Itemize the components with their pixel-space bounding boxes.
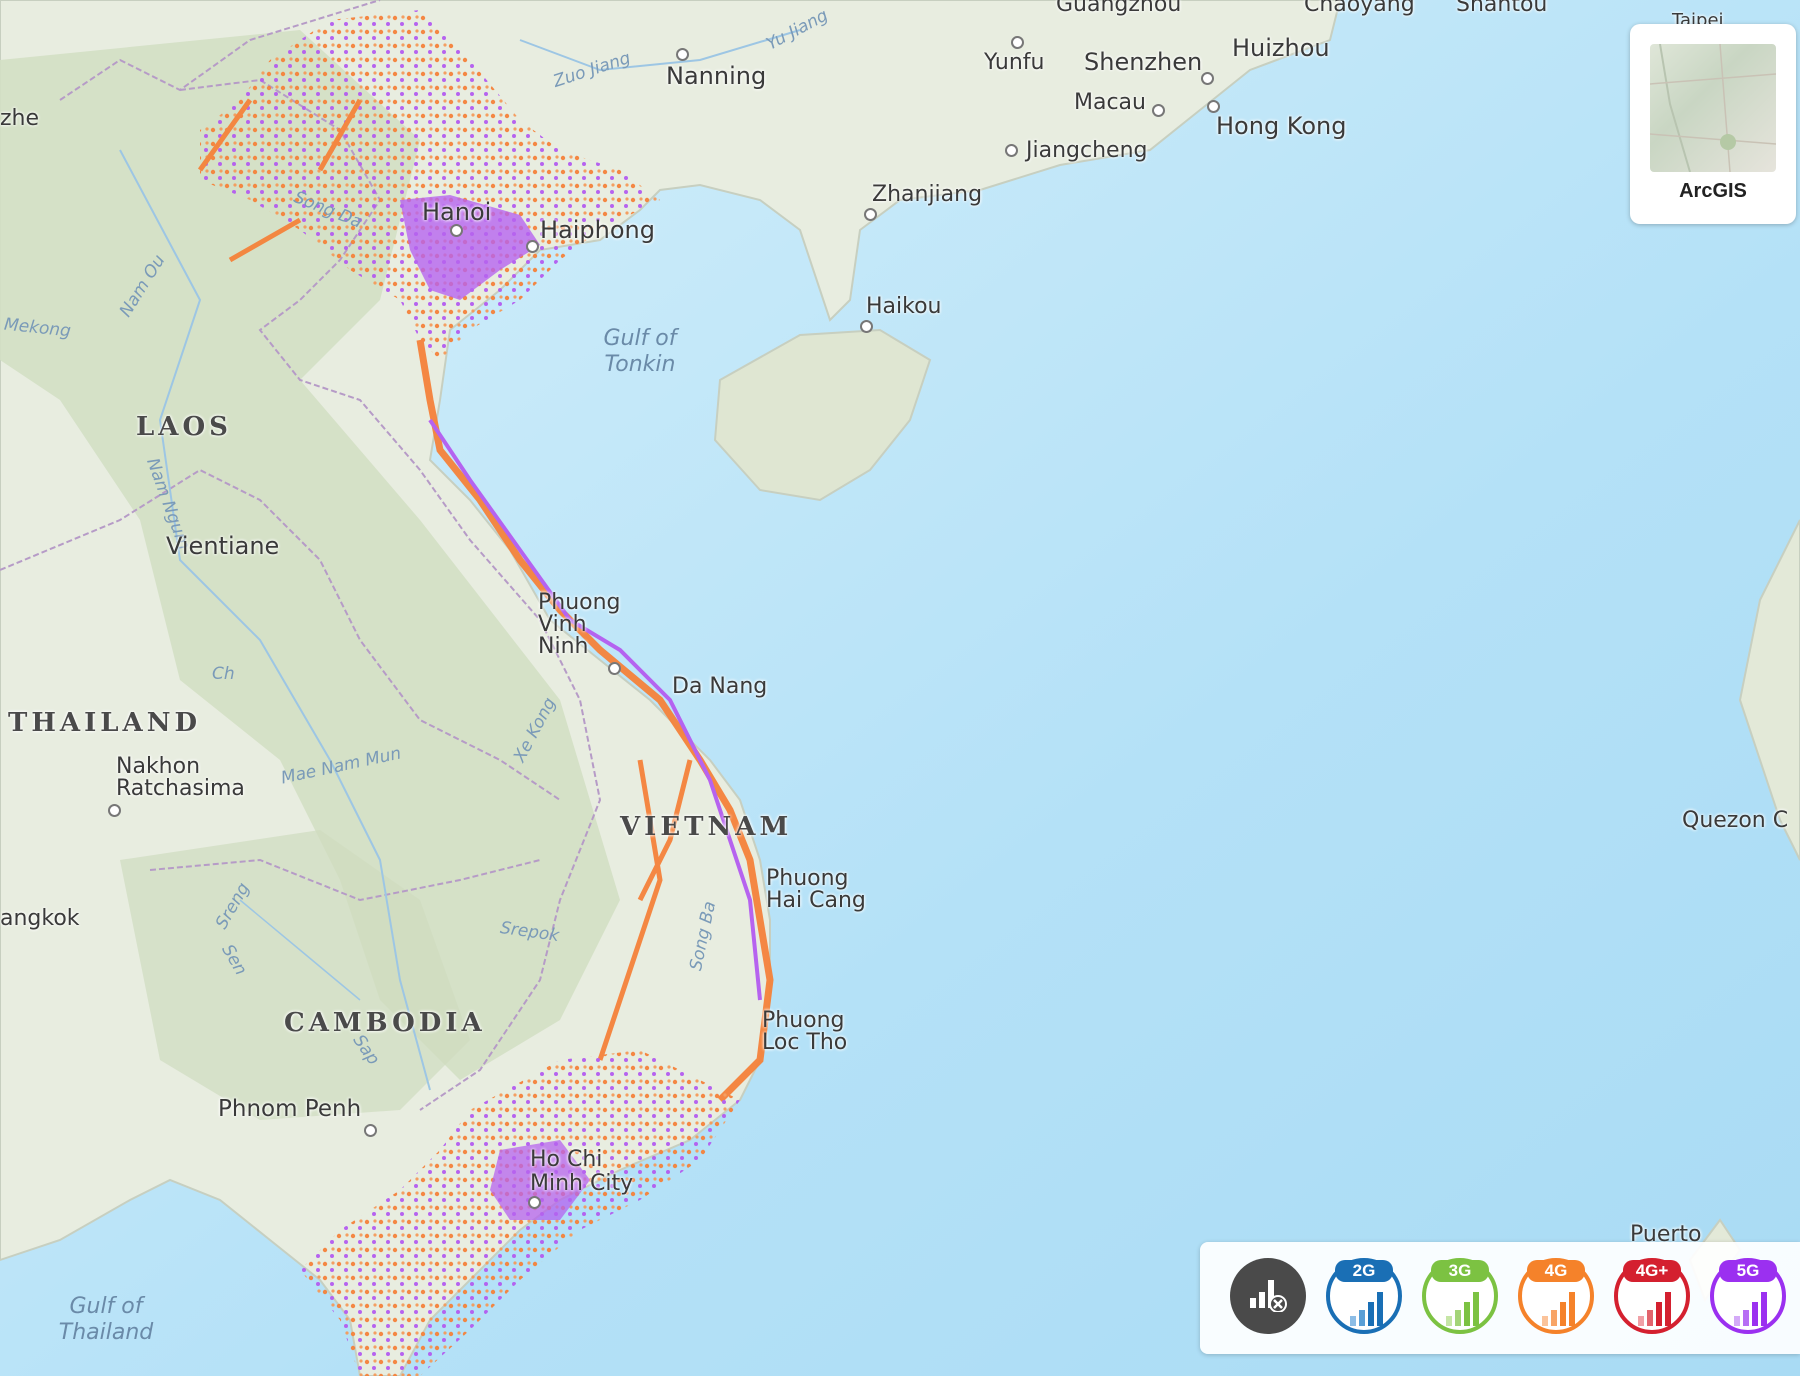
city-dot <box>676 48 689 61</box>
basemap-thumbnail <box>1650 44 1776 172</box>
country-label-laos: LAOS <box>136 412 232 442</box>
city-label-shenzhen: Shenzhen <box>1084 48 1203 76</box>
city-label-guangzhou: Guangzhou <box>1056 0 1182 17</box>
city-label-hanoi: Hanoi <box>422 198 492 226</box>
city-dot <box>864 208 877 221</box>
city-label-phuong-hai-cang: Phuong Hai Cang <box>766 866 866 913</box>
city-dot <box>1005 144 1018 157</box>
water-label-gulf-of-tonkin: Gulf of Tonkin <box>603 326 677 377</box>
signal-bars-2g-icon <box>1350 1292 1383 1326</box>
basemap-toggle-button[interactable]: ArcGIS <box>1630 24 1796 224</box>
city-label-yunfu: Yunfu <box>984 50 1045 75</box>
signal-bars-4g-plus-icon <box>1638 1292 1671 1326</box>
signal-bars-5g-icon <box>1734 1292 1767 1326</box>
city-dot <box>364 1124 377 1137</box>
city-label-haiphong: Haiphong <box>540 216 655 244</box>
city-label-da-nang: Da Nang <box>672 674 768 699</box>
coverage-map[interactable]: LAOS THAILAND VIETNAM CAMBODIA Gulf of T… <box>0 0 1800 1376</box>
badge-4g-plus: 4G+ <box>1623 1260 1681 1282</box>
filter-3g-button[interactable]: 3G <box>1422 1258 1498 1334</box>
city-label-zhanjiang: Zhanjiang <box>872 182 983 207</box>
basemap-label: ArcGIS <box>1679 180 1747 202</box>
city-label-phnom-penh: Phnom Penh <box>218 1096 362 1122</box>
city-label-bangkok: angkok <box>0 906 80 931</box>
city-label-ho-chi-minh-city: Ho Chi Minh City <box>530 1147 634 1196</box>
signal-bars-4g-icon <box>1542 1292 1575 1326</box>
filter-2g-button[interactable]: 2G <box>1326 1258 1402 1334</box>
water-label-gulf-of-thailand: Gulf of Thailand <box>58 1294 154 1345</box>
country-label-cambodia: CAMBODIA <box>284 1008 486 1038</box>
city-label-vientiane: Vientiane <box>166 532 280 560</box>
city-dot <box>1201 72 1214 85</box>
badge-3g: 3G <box>1431 1260 1489 1282</box>
signal-bars-3g-icon <box>1446 1292 1479 1326</box>
filter-5g-button[interactable]: 5G <box>1710 1258 1786 1334</box>
no-signal-icon <box>1250 1280 1287 1312</box>
city-label-quezon: Quezon C <box>1682 808 1789 833</box>
city-label-haikou: Haikou <box>866 294 942 319</box>
city-label-huizhou: Huizhou <box>1232 34 1330 62</box>
badge-4g: 4G <box>1527 1260 1585 1282</box>
city-label-nanning: Nanning <box>666 62 767 90</box>
city-label-phuong-vinh-ninh: Phuong Vinh Ninh <box>538 590 621 659</box>
city-label-nakhon-ratchasima: Nakhon Ratchasima <box>116 754 245 801</box>
city-label-hong-kong: Hong Kong <box>1216 112 1347 140</box>
city-label-phuong-loc-tho: Phuong Loc Tho <box>762 1008 848 1055</box>
country-label-thailand: THAILAND <box>8 708 202 738</box>
city-dot <box>860 320 873 333</box>
city-dot <box>108 804 121 817</box>
badge-5g: 5G <box>1719 1260 1777 1282</box>
network-type-legend: 2G 3G 4G 4G+ 5G <box>1200 1242 1800 1354</box>
city-dot <box>526 240 539 253</box>
city-label-chaoyang: Chaoyang <box>1304 0 1415 17</box>
filter-4g-plus-button[interactable]: 4G+ <box>1614 1258 1690 1334</box>
filter-4g-button[interactable]: 4G <box>1518 1258 1594 1334</box>
river-label-ch: Ch <box>212 664 235 684</box>
filter-no-coverage-button[interactable] <box>1230 1258 1306 1334</box>
badge-2g: 2G <box>1335 1260 1393 1282</box>
city-label-zhe: zhe <box>0 106 40 131</box>
city-label-macau: Macau <box>1074 90 1146 115</box>
city-label-jiangcheng: Jiangcheng <box>1026 138 1148 163</box>
city-label-shantou: Shantou <box>1456 0 1548 17</box>
city-dot <box>608 662 621 675</box>
country-label-vietnam: VIETNAM <box>620 812 793 842</box>
city-dot <box>1011 36 1024 49</box>
city-dot <box>528 1196 541 1209</box>
city-dot <box>1152 104 1165 117</box>
